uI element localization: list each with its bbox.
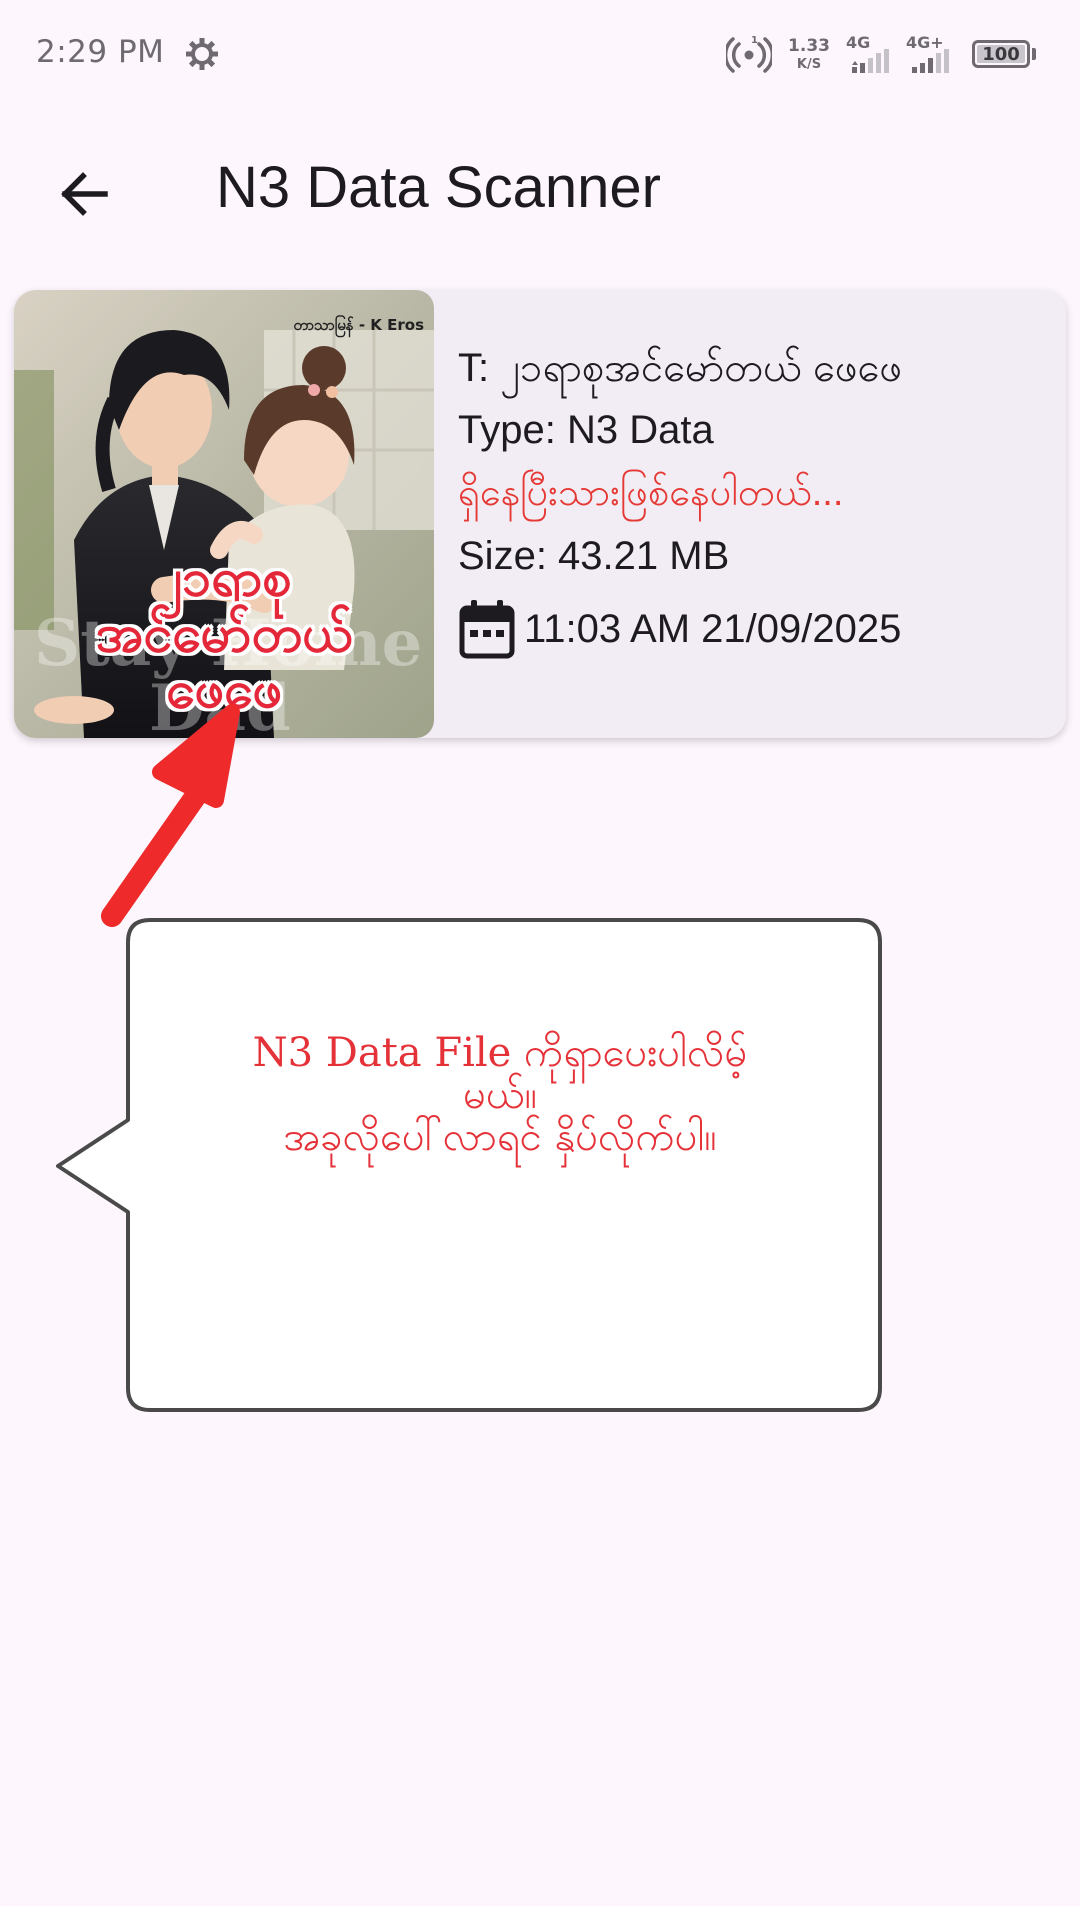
cover-image: Stay Home Dad တာသာမြန် - K Eros ၂၁ရာစု အ… [14, 290, 434, 738]
file-date: 11:03 AM 21/09/2025 [524, 607, 902, 651]
file-card[interactable]: Stay Home Dad တာသာမြန် - K Eros ၂၁ရာစု အ… [14, 290, 1066, 738]
network-speed-value: 1.33 [788, 35, 830, 56]
file-title: T: ၂၁ရာစုအင်မော်တယ် ဖေဖေ [458, 346, 903, 390]
battery-icon: 100 [972, 40, 1036, 68]
status-bar: 2:29 PM 1 1.33 K/S 4G 4G+ 100 [0, 0, 1080, 108]
signal-icon [852, 49, 889, 73]
cover-title-line: ၂၁ရာစု [156, 548, 292, 608]
network-speed: 1.33 K/S [788, 35, 830, 72]
callout-line: အခုလိုပေါ်လာရင် နှိပ်လိုက်ပါ။ [283, 1114, 717, 1160]
app-bar: N3 Data Scanner [0, 140, 1080, 244]
file-info: T: ၂၁ရာစုအင်မော်တယ် ဖေဖေ Type: N3 Data ရ… [458, 348, 1058, 660]
back-button[interactable] [52, 162, 116, 226]
page-title: N3 Data Scanner [216, 155, 661, 220]
sim2-signal: 4G+ [906, 33, 956, 75]
file-status: ရှိနေပြီးသားဖြစ်နေပါတယ်... [458, 472, 844, 514]
callout-message: N3 Data File ကိုရှာပေးပါလိမ့် မယ်။ အခုလိ… [150, 1032, 850, 1158]
cover-title: ၂၁ရာစု အင်မော်တယ် ဖေဖေ [14, 548, 434, 721]
file-type: Type: N3 Data [458, 408, 714, 452]
file-size: Size: 43.21 MB [458, 534, 730, 578]
settings-gear-icon [186, 38, 218, 70]
cover-title-line: ဖေဖေ [166, 660, 282, 721]
file-date-row: 11:03 AM 21/09/2025 [458, 598, 1058, 660]
annotation-overlay [56, 704, 882, 1412]
status-time: 2:29 PM [36, 34, 165, 70]
callout-line: မယ်။ [463, 1072, 537, 1118]
speech-bubble [56, 918, 882, 1412]
sim1-signal: 4G [846, 33, 896, 75]
cover-author: တာသာမြန် - K Eros [293, 316, 424, 334]
signal-icon [912, 49, 949, 73]
svg-text:1: 1 [751, 35, 758, 46]
callout-line: N3 Data File ကိုရှာပေးပါလိမ့် [252, 1030, 748, 1076]
cover-title-line: အင်မော်တယ် [95, 604, 353, 665]
arrow-back-icon [61, 172, 108, 216]
hotspot-icon: 1 [726, 35, 773, 73]
calendar-icon [459, 600, 515, 659]
network-speed-unit: K/S [796, 56, 822, 72]
pointer-arrow-icon [101, 704, 240, 927]
battery-level: 100 [977, 44, 1025, 65]
